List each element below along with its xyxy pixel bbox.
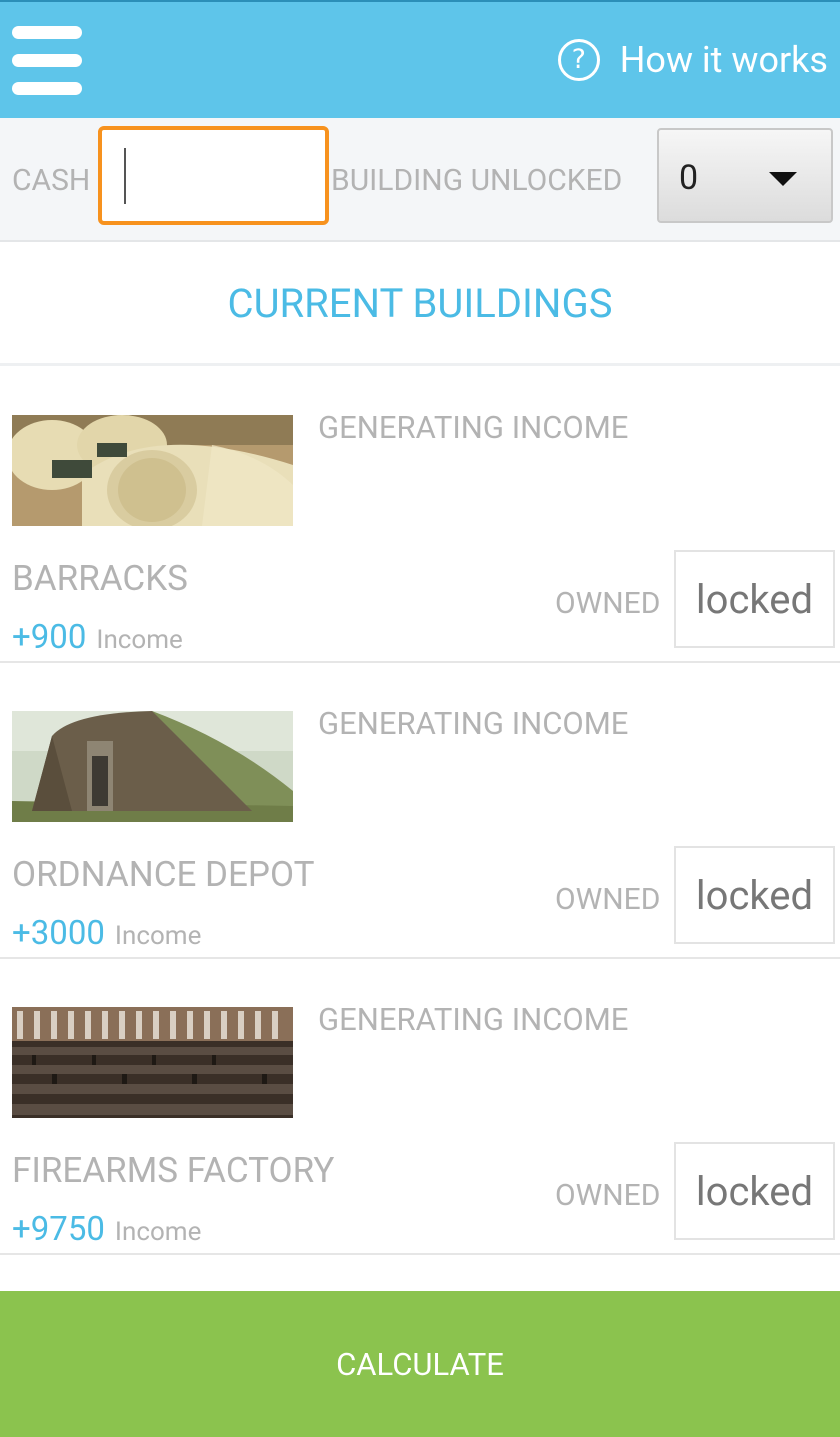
building-card-barracks: GENERATING INCOME BARRACKS +900 Income OW… bbox=[0, 367, 840, 663]
header-top-line bbox=[0, 0, 840, 2]
ordnance-depot-image bbox=[12, 711, 293, 822]
owned-count-field[interactable]: locked bbox=[674, 1142, 835, 1240]
building-status: GENERATING INCOME bbox=[318, 409, 629, 446]
section-title: CURRENT BUILDINGS bbox=[0, 244, 840, 366]
building-income: +9750 Income bbox=[12, 1210, 201, 1249]
income-word: Income bbox=[114, 1217, 202, 1247]
text-cursor bbox=[124, 148, 126, 204]
owned-label: OWNED bbox=[555, 882, 661, 917]
owned-label: OWNED bbox=[555, 1178, 661, 1213]
cash-input[interactable] bbox=[98, 126, 329, 225]
owned-label: OWNED bbox=[555, 586, 661, 621]
building-status: GENERATING INCOME bbox=[318, 1001, 629, 1038]
firearms-factory-image bbox=[12, 1007, 293, 1118]
how-it-works-link[interactable]: ? How it works bbox=[557, 36, 828, 84]
building-unlocked-select[interactable]: 0 bbox=[657, 128, 833, 223]
income-value: +9750 bbox=[12, 1210, 105, 1249]
income-value: +3000 bbox=[12, 914, 105, 953]
owned-count-field[interactable]: locked bbox=[674, 846, 835, 944]
income-word: Income bbox=[96, 625, 183, 655]
building-name: FIREARMS FACTORY bbox=[12, 1150, 335, 1191]
building-card-firearms-factory: GENERATING INCOME FIREARMS FACTORY +9750… bbox=[0, 959, 840, 1255]
building-unlocked-value: 0 bbox=[679, 158, 699, 198]
question-circle-icon: ? bbox=[557, 39, 600, 81]
income-value: +900 bbox=[12, 618, 87, 657]
hamburger-menu-icon[interactable] bbox=[12, 26, 82, 96]
building-income: +3000 Income bbox=[12, 914, 201, 953]
dropdown-caret-icon bbox=[769, 172, 797, 186]
owned-count-field[interactable]: locked bbox=[674, 550, 835, 648]
app-header: ? How it works bbox=[0, 0, 840, 118]
building-status: GENERATING INCOME bbox=[318, 705, 629, 742]
barracks-image bbox=[12, 415, 293, 526]
building-income: +900 Income bbox=[12, 618, 183, 657]
income-word: Income bbox=[114, 921, 202, 951]
building-name: ORDNANCE DEPOT bbox=[12, 854, 315, 895]
cash-label: CASH bbox=[12, 163, 91, 198]
building-card-ordnance-depot: GENERATING INCOME ORDNANCE DEPOT +3000 In… bbox=[0, 663, 840, 959]
building-unlocked-label: BUILDING UNLOCKED bbox=[331, 163, 623, 198]
building-name: BARRACKS bbox=[12, 558, 188, 599]
how-it-works-label: How it works bbox=[619, 39, 828, 81]
calculate-button[interactable]: CALCULATE bbox=[0, 1291, 840, 1437]
